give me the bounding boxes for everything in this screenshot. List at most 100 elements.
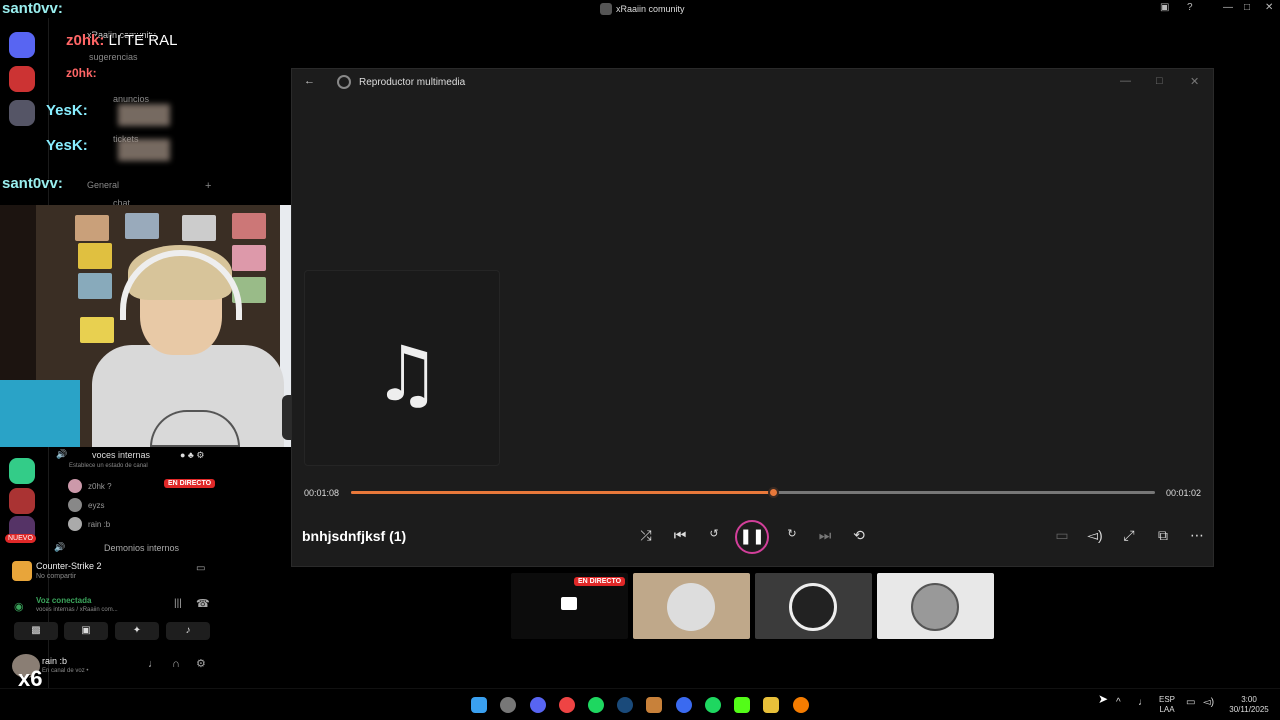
chat-message: sant0vv: (2, 175, 63, 192)
album-art: ♫ (304, 270, 500, 466)
user-status: En canal de voz • (42, 668, 89, 674)
soundboard-button[interactable]: ♪ (166, 622, 210, 640)
volume-icon[interactable]: ◅) (1203, 698, 1214, 708)
headphones-icon[interactable]: ∩ (172, 658, 180, 670)
more-options-icon[interactable]: ⋯ (1186, 527, 1208, 544)
voice-user[interactable]: z0hk ? (68, 479, 112, 493)
avatar (68, 498, 82, 512)
spotify-icon[interactable] (705, 697, 721, 713)
participant-tile[interactable] (755, 573, 872, 639)
noise-suppression-icon[interactable]: ||| (174, 598, 182, 609)
chevron-up-icon[interactable]: ^ (1116, 698, 1121, 708)
voice-channel-2-name[interactable]: Demonios internos (104, 543, 179, 553)
troll-avatar (911, 583, 959, 631)
server-icon[interactable] (9, 66, 35, 92)
voice-user[interactable]: rain :b (68, 517, 110, 531)
language-indicator[interactable]: ESP LAA (1159, 695, 1175, 715)
app-icon[interactable] (763, 697, 779, 713)
shuffle-icon[interactable]: ⤮ (635, 527, 657, 544)
microphone-icon[interactable]: ♩ (1138, 698, 1148, 708)
fullscreen-icon[interactable]: ⤢ (1118, 527, 1140, 544)
chat-text: LI TE RAL (108, 32, 178, 49)
mouse-cursor: ➤ (1098, 692, 1109, 706)
voice-connected-title[interactable]: Voz conectada (36, 596, 91, 605)
avatar (68, 479, 82, 493)
start-icon[interactable] (471, 697, 487, 713)
user-name: rain :b (42, 656, 68, 666)
lang-top: ESP (1159, 695, 1176, 704)
inbox-icon[interactable]: ▣ (1160, 2, 1169, 13)
help-icon[interactable]: ? (1187, 2, 1193, 13)
discord-logo-icon (600, 3, 612, 15)
app-title: xRaaiin comunity (600, 3, 685, 15)
player-maximize-button[interactable]: □ (1156, 75, 1163, 87)
back-arrow-icon[interactable]: ← (304, 75, 315, 87)
pause-button[interactable]: ❚❚ (735, 520, 769, 554)
spotify-icon[interactable] (588, 697, 604, 713)
settings-gear-icon[interactable]: ⚙ (196, 657, 206, 670)
participant-tile[interactable] (877, 573, 994, 639)
media-player-window: ← Reproductor multimedia — □ ✕ ♫ 00:01:0… (291, 68, 1214, 567)
maximize-button[interactable]: □ (1244, 2, 1250, 13)
chat-user: YesK: (46, 102, 88, 119)
voice-connected-subtitle: voces internas / xRaaiin com... (36, 607, 118, 613)
disconnect-icon[interactable]: ☎ (196, 597, 210, 610)
voice-channel-actions-icon[interactable]: ● ♣ ⚙ (180, 450, 204, 461)
volume-icon[interactable]: ◅) (1084, 527, 1106, 544)
stream-tile[interactable]: EN DIRECTO (511, 573, 628, 639)
player-close-button[interactable]: ✕ (1190, 75, 1199, 88)
avatar (789, 583, 837, 631)
server-icon[interactable] (9, 488, 35, 514)
chat-message: z0hk: (66, 66, 97, 80)
captions-icon[interactable]: ▭ (1051, 527, 1073, 544)
lang-bottom: LAA (1159, 705, 1175, 714)
mini-player-icon[interactable]: ⧉ (1152, 527, 1174, 544)
player-minimize-button[interactable]: — (1120, 75, 1131, 87)
rewind-10-icon[interactable]: ↺ (703, 527, 725, 540)
soundcloud-icon[interactable] (793, 697, 809, 713)
server-icon[interactable] (9, 100, 35, 126)
forward-30-icon[interactable]: ↻ (781, 527, 803, 540)
remaining-time: 00:01:02 (1165, 488, 1201, 498)
next-track-icon[interactable]: ⏭ (814, 527, 836, 544)
voice-user[interactable]: eyzs (68, 498, 104, 512)
channel-sugerencias[interactable]: sugerencias (89, 52, 138, 62)
voice-channel-name[interactable]: voces internas (92, 450, 150, 460)
share-screen-icon[interactable]: ▭ (196, 563, 205, 574)
add-channel-icon[interactable]: + (205, 180, 211, 192)
screen-share-button[interactable]: ▣ (64, 622, 108, 640)
seek-bar-fill (351, 491, 774, 494)
repeat-off-icon[interactable]: ⟲ (848, 527, 870, 544)
live-badge: EN DIRECTO (164, 479, 216, 488)
network-icon[interactable]: ▭ (1186, 698, 1195, 708)
seek-thumb[interactable] (768, 487, 780, 498)
participant-tile[interactable] (633, 573, 750, 639)
channel-general[interactable]: General (87, 180, 119, 190)
steam-icon[interactable] (617, 697, 633, 713)
chrome-icon[interactable] (559, 697, 575, 713)
seek-bar[interactable] (351, 487, 1155, 498)
new-badge: NUEVO (5, 534, 36, 543)
voice-user-name: eyzs (88, 500, 105, 510)
app-icon[interactable] (676, 697, 692, 713)
minimize-button[interactable]: — (1223, 2, 1233, 13)
channel-anuncios[interactable]: anuncios (113, 94, 149, 104)
chat-user: z0hk: (66, 66, 97, 80)
kick-icon[interactable] (734, 697, 750, 713)
server-icon[interactable] (9, 458, 35, 484)
previous-track-icon[interactable]: ⏮ (669, 527, 691, 544)
activities-button[interactable]: ✦ (115, 622, 159, 640)
chat-message: YesK: (46, 102, 88, 119)
camera-button[interactable]: ▩ (14, 622, 58, 640)
close-button[interactable]: ✕ (1265, 2, 1273, 13)
discord-icon[interactable] (530, 697, 546, 713)
microphone-icon[interactable]: ♩ (148, 658, 159, 670)
channel-status-hint[interactable]: Establece un estado de canal (69, 463, 148, 469)
app-icon[interactable] (500, 697, 516, 713)
app-icon[interactable] (646, 697, 662, 713)
poster (232, 245, 266, 271)
poster (80, 317, 114, 343)
server-icon[interactable] (9, 32, 35, 58)
poster (78, 243, 112, 269)
clock[interactable]: 3:00 30/11/2025 (1226, 695, 1272, 715)
